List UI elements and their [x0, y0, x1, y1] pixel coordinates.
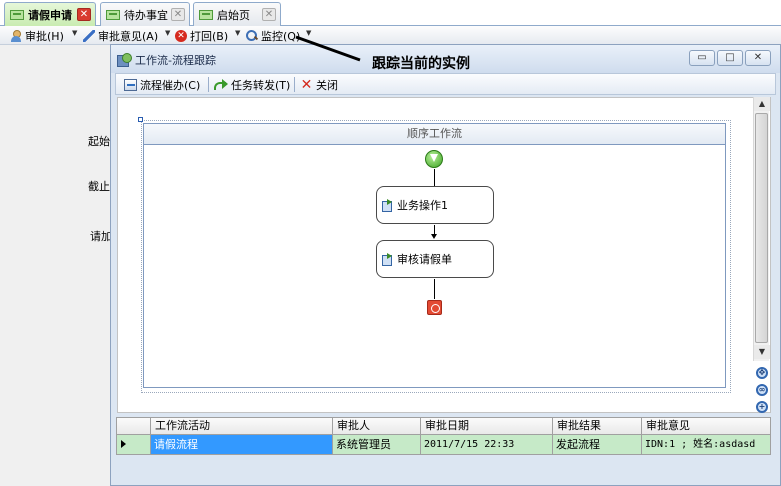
window-toolbar: 流程催办(C) 任务转发(T) ✕ 关闭 [115, 73, 776, 95]
vertical-scrollbar[interactable]: ▲ ▼ [753, 97, 770, 361]
stop-icon: ✕ [175, 29, 187, 42]
opinion-label: 审批意见(A) [98, 29, 159, 43]
monitor-button[interactable]: 监控(Q) [246, 27, 300, 44]
close-button[interactable]: ✕ 关闭 [300, 77, 338, 93]
connector-line [434, 279, 435, 299]
magnifier-icon [246, 29, 258, 42]
chevron-down-icon[interactable]: ▼ [306, 29, 311, 37]
forward-arrow-icon [214, 79, 228, 91]
resize-handle[interactable] [138, 117, 143, 122]
activity-label: 审核请假单 [397, 253, 452, 266]
activity-label: 业务操作1 [397, 199, 448, 212]
annotation-label: 跟踪当前的实例 [372, 56, 470, 72]
flow-icon [124, 79, 137, 91]
chevron-down-icon[interactable]: ▼ [165, 29, 170, 37]
toolbar-separator [208, 77, 209, 92]
scrollbar-thumb[interactable] [755, 113, 768, 343]
binoculars-icon[interactable]: ∞ [756, 384, 768, 396]
close-tab-icon[interactable]: ✕ [262, 8, 276, 21]
form-icon [106, 9, 120, 20]
form-label: 请加 [90, 230, 112, 243]
workflow-app-icon [117, 53, 132, 67]
pan-icon[interactable]: ✥ [756, 367, 768, 379]
cell-activity[interactable]: 请假流程 [150, 435, 332, 454]
column-header-activity[interactable]: 工作流活动 [150, 418, 332, 435]
start-arrow-icon[interactable] [425, 150, 443, 168]
reject-label: 打回(B) [190, 29, 229, 43]
activity-icon [382, 199, 393, 212]
connector-line [434, 169, 435, 186]
approve-label: 审批(H) [25, 29, 64, 43]
cell-opinion[interactable]: IDN:1 ; 姓名:asdasd [641, 435, 772, 454]
user-icon [10, 29, 22, 42]
form-label: 起始 [88, 135, 110, 148]
connector-arrow-icon [431, 234, 437, 239]
column-header-opinion[interactable]: 审批意见 [641, 418, 772, 435]
current-row-icon [121, 440, 126, 448]
grid-header: 工作流活动 审批人 审批日期 审批结果 审批意见 [117, 418, 770, 435]
approve-button[interactable]: 审批(H) [10, 27, 64, 44]
form-icon [10, 10, 24, 20]
table-row[interactable]: 请假流程 系统管理员 2011/7/15 22:33 发起流程 IDN:1 ; … [117, 435, 770, 454]
tab-todo[interactable]: 待办事宜 ✕ [100, 2, 190, 26]
urge-label: 流程催办(C) [140, 79, 201, 92]
tab-label: 请假申请 [28, 9, 72, 22]
close-tab-icon[interactable]: ✕ [77, 8, 91, 21]
cell-date[interactable]: 2011/7/15 22:33 [420, 435, 552, 454]
form-icon [199, 9, 213, 20]
approval-opinion-button[interactable]: 审批意见(A) [83, 27, 158, 44]
form-label: 截止 [88, 180, 110, 193]
document-tab-strip: 请假申请 ✕ 待办事宜 ✕ 启始页 ✕ [0, 0, 781, 27]
tab-leave-request[interactable]: 请假申请 ✕ [4, 2, 96, 27]
tab-label: 待办事宜 [124, 8, 168, 22]
forward-label: 任务转发(T) [231, 79, 291, 92]
maximize-button[interactable]: □ [717, 50, 743, 66]
chevron-down-icon[interactable]: ▼ [72, 29, 77, 37]
zoom-in-icon[interactable]: + [756, 401, 768, 413]
tab-label: 启始页 [217, 8, 250, 22]
cell-approver[interactable]: 系统管理员 [332, 435, 420, 454]
close-tab-icon[interactable]: ✕ [171, 8, 185, 21]
window-title: 工作流-流程跟踪 [135, 54, 216, 67]
cell-result[interactable]: 发起流程 [552, 435, 641, 454]
forward-task-button[interactable]: 任务转发(T) [214, 77, 290, 93]
scroll-up-icon[interactable]: ▲ [754, 97, 770, 111]
activity-icon [382, 253, 393, 266]
approval-history-grid: 工作流活动 审批人 审批日期 审批结果 审批意见 请假流程 系统管理员 2011… [116, 417, 771, 455]
urge-process-button[interactable]: 流程催办(C) [124, 77, 200, 93]
column-header-result[interactable]: 审批结果 [552, 418, 641, 435]
close-window-button[interactable]: ✕ [745, 50, 771, 66]
stop-icon[interactable] [427, 300, 442, 315]
column-header-date[interactable]: 审批日期 [420, 418, 552, 435]
close-label: 关闭 [316, 79, 338, 92]
pen-icon [83, 29, 95, 42]
activity-business-operation[interactable]: 业务操作1 [376, 186, 494, 224]
column-header-approver[interactable]: 审批人 [332, 418, 420, 435]
activity-review-leave[interactable]: 审核请假单 [376, 240, 494, 278]
main-toolbar: 审批(H) ▼ 审批意见(A) ▼ ✕ 打回(B) ▼ 监控(Q) ▼ [0, 26, 781, 45]
workflow-title: 顺序工作流 [144, 124, 725, 145]
minimize-button[interactable]: ▭ [689, 50, 715, 66]
chevron-down-icon[interactable]: ▼ [235, 29, 240, 37]
reject-button[interactable]: ✕ 打回(B) [175, 27, 228, 44]
toolbar-separator [294, 77, 295, 92]
scroll-down-icon[interactable]: ▼ [754, 345, 770, 359]
tab-start-page[interactable]: 启始页 ✕ [193, 2, 281, 26]
monitor-label: 监控(Q) [261, 29, 301, 43]
close-icon: ✕ [300, 76, 313, 93]
